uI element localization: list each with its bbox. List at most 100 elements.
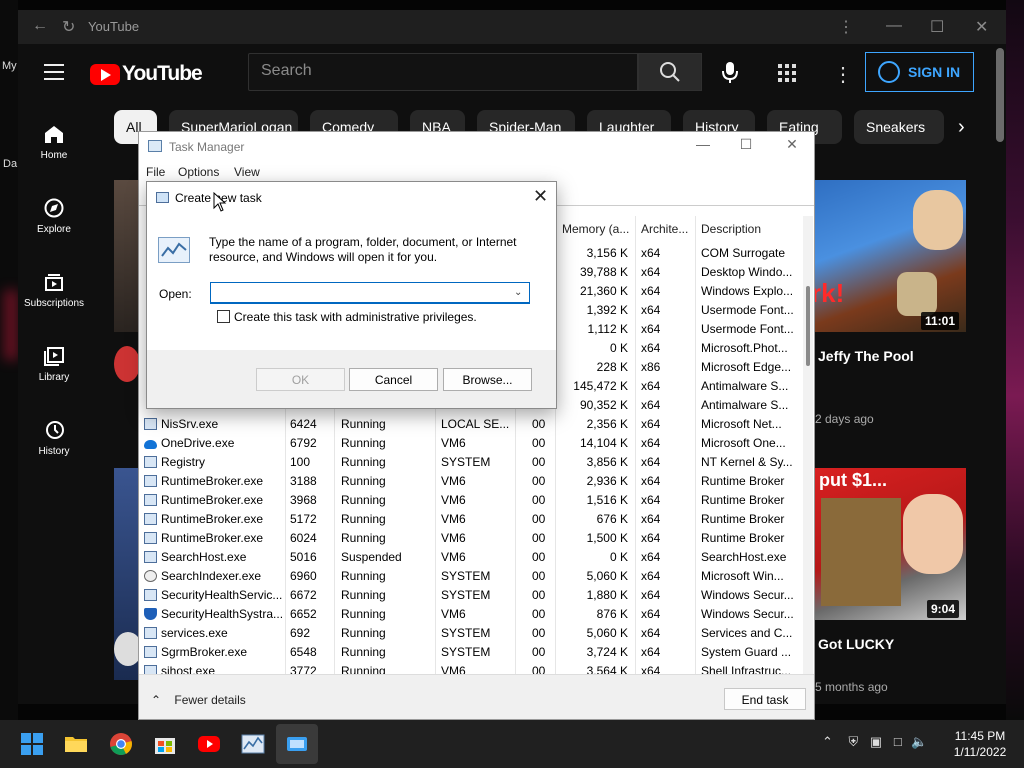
file-explorer-icon[interactable]: [64, 732, 88, 756]
table-row[interactable]: services.exe 692 Running SYSTEM 00 5,060 K x64…: [139, 624, 799, 643]
browser-titlebar: ← ↻ YouTube ⋮ — ☐ ✕: [18, 10, 1006, 44]
table-row[interactable]: Registry 100 Running SYSTEM 00 3,856 K x64 NT K…: [139, 453, 799, 472]
volume-icon[interactable]: 🔈: [911, 734, 927, 749]
ok-button[interactable]: OK: [256, 368, 345, 391]
money-bag-image: [897, 272, 937, 316]
process-user: VM6: [441, 493, 466, 507]
maximize-icon[interactable]: ☐: [930, 17, 944, 37]
process-description: Antimalware S...: [701, 379, 789, 393]
process-memory: 21,360 K: [579, 284, 628, 298]
windows-start-icon[interactable]: [20, 732, 44, 756]
sidebar-item-label: Subscriptions: [23, 298, 85, 309]
menu-options[interactable]: Options: [178, 165, 219, 179]
table-row[interactable]: OneDrive.exe 6792 Running VM6 00 14,104 K x64 M…: [139, 434, 799, 453]
task-manager-footer: ⌃ Fewer details End task: [139, 674, 814, 719]
chrome-icon[interactable]: [109, 732, 133, 756]
sign-in-button[interactable]: SIGN IN: [865, 52, 974, 92]
hamburger-menu-icon[interactable]: [44, 64, 64, 85]
sidebar-item-library[interactable]: Library: [18, 346, 90, 383]
process-description: Usermode Font...: [701, 322, 794, 336]
system-clock[interactable]: 11:45 PM 1/11/2022: [950, 728, 1010, 760]
process-window-icon: [144, 513, 157, 525]
task-manager-app-icon[interactable]: [241, 732, 265, 756]
process-cpu: 00: [532, 417, 546, 431]
run-program-icon: [158, 237, 190, 263]
maximize-icon[interactable]: ☐: [731, 136, 761, 153]
desktop-icon-label[interactable]: My: [2, 60, 17, 72]
more-options-icon[interactable]: ⋮: [833, 62, 853, 87]
table-row[interactable]: SearchHost.exe 5016 Suspended VM6 00 0 K x64 Se…: [139, 548, 799, 567]
process-memory: 39,788 K: [579, 265, 628, 279]
admin-privileges-checkbox[interactable]: [217, 310, 230, 323]
admin-privileges-label[interactable]: Create this task with administrative pri…: [234, 310, 477, 324]
video-title[interactable]: Got LUCKY: [818, 636, 894, 652]
chevron-up-icon[interactable]: ⌃: [822, 734, 833, 749]
page-scrollbar[interactable]: [994, 44, 1006, 704]
process-pid: 692: [290, 626, 311, 640]
minimize-icon[interactable]: —: [688, 136, 718, 152]
column-header-architecture[interactable]: Archite...: [641, 222, 688, 236]
close-icon[interactable]: ✕: [777, 136, 807, 153]
table-row[interactable]: SecurityHealthSystra... 6652 Running VM6 00 8…: [139, 605, 799, 624]
close-icon[interactable]: ✕: [975, 17, 988, 37]
youtube-app-icon[interactable]: [197, 732, 221, 756]
process-name: Registry: [161, 455, 206, 469]
table-row[interactable]: SgrmBroker.exe 6548 Running SYSTEM 00 3,724 K…: [139, 643, 799, 662]
table-row[interactable]: SearchIndexer.exe 6960 Running SYSTEM 00 5,06…: [139, 567, 799, 586]
video-duration: 11:01: [921, 312, 960, 330]
security-shield-icon[interactable]: ⛨: [849, 734, 859, 749]
channel-avatar[interactable]: [114, 346, 140, 382]
scrollbar-thumb[interactable]: [806, 286, 810, 366]
scrollbar-thumb[interactable]: [996, 48, 1004, 142]
desktop-icon-label[interactable]: Da: [3, 158, 17, 170]
cancel-button[interactable]: Cancel: [349, 368, 438, 391]
minimize-icon[interactable]: —: [886, 17, 902, 35]
microsoft-store-icon[interactable]: [153, 732, 177, 756]
column-header-memory[interactable]: Memory (a...: [562, 222, 629, 236]
run-dialog-app-icon[interactable]: [285, 732, 309, 756]
thumbnail-text: rk!: [815, 278, 845, 308]
network-icon[interactable]: ▣: [870, 734, 882, 749]
search-button[interactable]: [638, 53, 702, 91]
account-icon: [878, 61, 900, 83]
chip-sneakers[interactable]: Sneakers: [854, 110, 944, 144]
process-description: Microsoft Net...: [701, 417, 782, 431]
video-thumbnail[interactable]: put $1... 9:04: [815, 468, 966, 620]
sidebar-item-subscriptions[interactable]: Subscriptions: [18, 272, 90, 309]
search-input[interactable]: Search: [248, 53, 638, 91]
video-title[interactable]: Jeffy The Pool: [818, 348, 914, 364]
table-row[interactable]: SecurityHealthServic... 6672 Running SYSTEM…: [139, 586, 799, 605]
table-row[interactable]: RuntimeBroker.exe 5172 Running VM6 00 676 K x6…: [139, 510, 799, 529]
sidebar-item-explore[interactable]: Explore: [18, 198, 90, 235]
menu-file[interactable]: File: [146, 165, 165, 179]
back-arrow-icon[interactable]: ←: [32, 17, 48, 35]
video-thumbnail[interactable]: rk! 11:01: [815, 180, 966, 332]
video-thumbnail[interactable]: [114, 180, 138, 332]
chevron-right-icon[interactable]: ›: [958, 116, 965, 139]
reload-icon[interactable]: ↻: [62, 17, 75, 37]
chevron-down-icon[interactable]: ⌄: [514, 287, 522, 298]
table-row[interactable]: NisSrv.exe 6424 Running LOCAL SE... 00 2,356 …: [139, 415, 799, 434]
youtube-logo[interactable]: YouTube: [90, 62, 203, 86]
display-icon[interactable]: □: [894, 734, 902, 749]
windows-taskbar: ⌃ ⛨ ▣ □ 🔈 11:45 PM 1/11/2022: [0, 720, 1024, 768]
end-task-button[interactable]: End task: [724, 688, 806, 710]
open-input[interactable]: [210, 282, 530, 304]
menu-view[interactable]: View: [234, 165, 260, 179]
browser-menu-icon[interactable]: ⋮: [838, 17, 854, 37]
fewer-details-button[interactable]: ⌃ Fewer details: [151, 693, 246, 707]
table-row[interactable]: RuntimeBroker.exe 3968 Running VM6 00 1,516 K…: [139, 491, 799, 510]
microphone-icon[interactable]: [716, 58, 744, 86]
sidebar-item-history[interactable]: History: [18, 420, 90, 457]
column-header-description[interactable]: Description: [701, 222, 761, 236]
table-row[interactable]: RuntimeBroker.exe 3188 Running VM6 00 2,936 K…: [139, 472, 799, 491]
browse-button[interactable]: Browse...: [443, 368, 532, 391]
process-user: SYSTEM: [441, 645, 491, 659]
close-icon[interactable]: ✕: [533, 186, 548, 207]
process-list-scrollbar[interactable]: [803, 216, 813, 676]
task-manager-menubar: File Options View: [139, 162, 814, 182]
logo-text: YouTube: [122, 62, 203, 85]
sidebar-item-home[interactable]: Home: [18, 124, 90, 161]
table-row[interactable]: RuntimeBroker.exe 6024 Running VM6 00 1,500 K…: [139, 529, 799, 548]
apps-grid-icon[interactable]: [778, 64, 796, 82]
